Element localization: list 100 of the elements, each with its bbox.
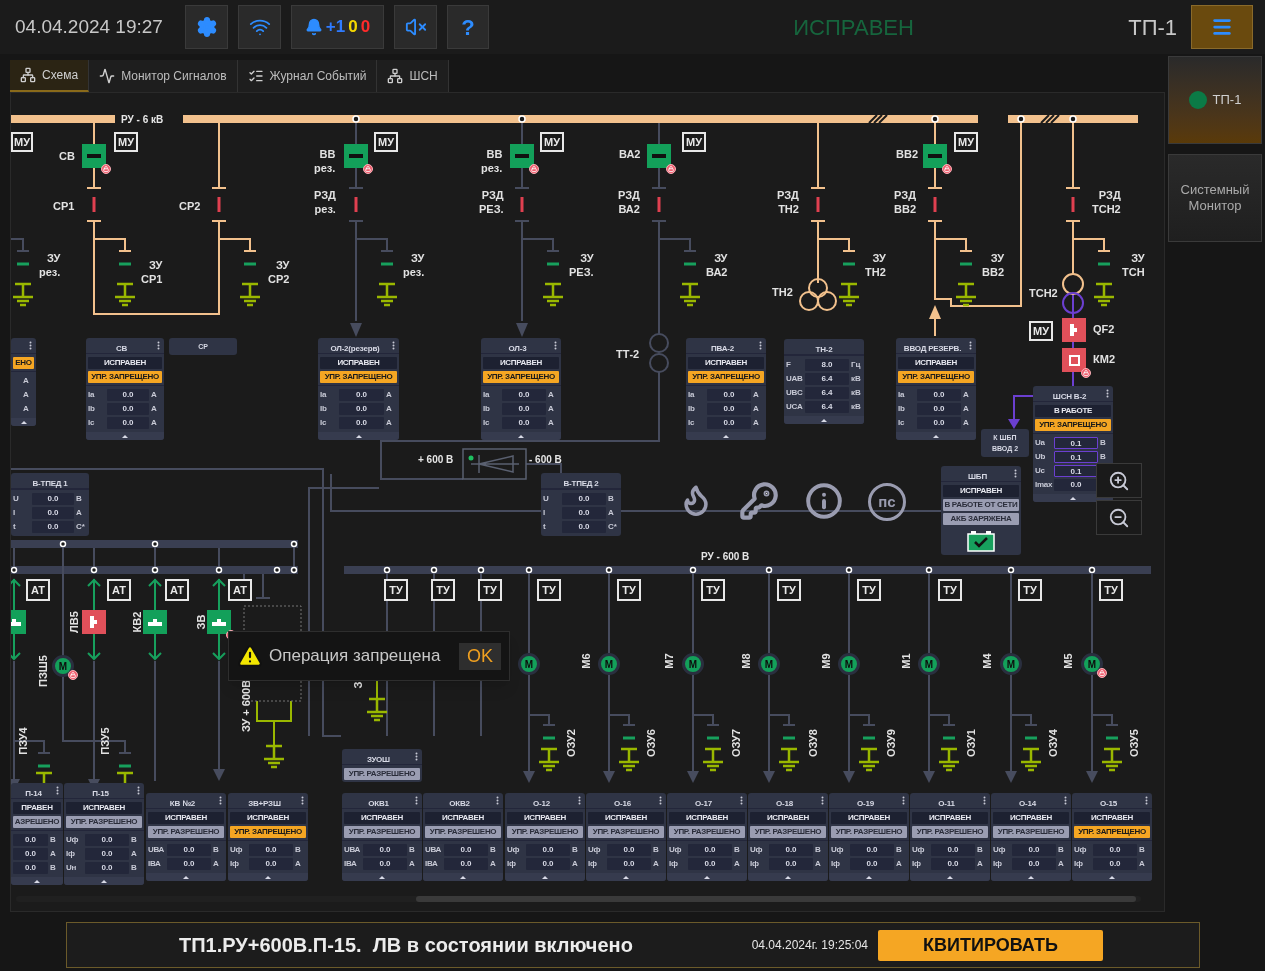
mute-button[interactable] (394, 5, 437, 49)
menu-dots-icon[interactable] (137, 786, 140, 795)
settings-button[interactable] (185, 5, 228, 49)
breaker-switch[interactable] (923, 144, 947, 168)
earthing-switch-icon[interactable] (243, 250, 257, 266)
remote-control-tag[interactable]: ТУ (938, 579, 962, 601)
remote-control-tag[interactable]: ТУ (617, 579, 641, 601)
menu-dots-icon[interactable] (969, 341, 972, 350)
motor-symbol[interactable]: М (598, 653, 620, 675)
breaker-switch[interactable] (647, 144, 671, 168)
earthing-switch-icon[interactable] (842, 250, 856, 266)
remote-control-tag[interactable]: ТУ (1099, 579, 1123, 601)
collapse-caret-icon[interactable] (933, 434, 939, 438)
breaker-switch[interactable] (82, 610, 106, 634)
breaker-switch[interactable] (207, 610, 231, 634)
earthing-switch-icon[interactable] (118, 752, 132, 768)
collapse-caret-icon[interactable] (785, 875, 791, 879)
earthing-switch-icon[interactable] (1105, 724, 1119, 740)
menu-dots-icon[interactable] (1145, 796, 1148, 805)
motor-symbol[interactable]: М (758, 653, 780, 675)
menu-dots-icon[interactable] (219, 796, 222, 805)
menu-dots-icon[interactable] (157, 341, 160, 350)
remote-control-tag[interactable]: ТУ (1018, 579, 1042, 601)
menu-dots-icon[interactable] (56, 786, 59, 795)
collapse-caret-icon[interactable] (34, 879, 40, 883)
motor-symbol[interactable]: М (918, 653, 940, 675)
menu-dots-icon[interactable] (301, 796, 304, 805)
station-button[interactable]: ТП-1 (1168, 56, 1262, 144)
auto-tag[interactable]: АТ (165, 579, 189, 601)
motor-symbol[interactable]: М (52, 655, 74, 677)
earthing-switch-icon[interactable] (622, 724, 636, 740)
breaker-switch[interactable] (344, 144, 368, 168)
key-icon[interactable] (739, 481, 779, 521)
local-control-tag[interactable]: МУ (540, 132, 564, 152)
breaker-switch[interactable] (82, 144, 106, 168)
auto-tag[interactable]: АТ (26, 579, 50, 601)
auto-tag[interactable]: АТ (107, 579, 131, 601)
zoom-out-button[interactable] (1096, 500, 1142, 535)
motor-symbol[interactable]: М (1081, 653, 1103, 675)
remote-control-tag[interactable]: ТУ (384, 579, 408, 601)
collapse-caret-icon[interactable] (379, 875, 385, 879)
earthing-switch-icon[interactable] (380, 250, 394, 266)
menu-dots-icon[interactable] (902, 796, 905, 805)
local-control-tag[interactable]: МУ (682, 132, 706, 152)
tab[interactable]: Монитор Сигналов (89, 60, 238, 92)
breaker-switch[interactable] (143, 610, 167, 634)
earthing-switch-icon[interactable] (542, 724, 556, 740)
menu-dots-icon[interactable] (659, 796, 662, 805)
breaker-switch[interactable] (1062, 348, 1086, 372)
menu-dots-icon[interactable] (1106, 389, 1109, 398)
collapse-caret-icon[interactable] (265, 875, 271, 879)
collapse-caret-icon[interactable] (101, 879, 107, 883)
remote-control-tag[interactable]: ТУ (431, 579, 455, 601)
menu-dots-icon[interactable] (415, 796, 418, 805)
remote-control-tag[interactable]: ТУ (701, 579, 725, 601)
local-control-tag[interactable]: МУ (374, 132, 398, 152)
info-icon[interactable] (805, 482, 843, 520)
menu-dots-icon[interactable] (578, 796, 581, 805)
collapse-caret-icon[interactable] (623, 875, 629, 879)
collapse-caret-icon[interactable] (1109, 875, 1115, 879)
tab[interactable]: ШСН (377, 60, 449, 92)
menu-dots-icon[interactable] (1064, 796, 1067, 805)
menu-dots-icon[interactable] (554, 341, 557, 350)
motor-symbol[interactable]: М (1000, 653, 1022, 675)
earthing-switch-icon[interactable] (862, 724, 876, 740)
menu-dots-icon[interactable] (29, 341, 32, 350)
breaker-switch[interactable] (1062, 318, 1086, 342)
collapse-caret-icon[interactable] (723, 434, 729, 438)
earthing-switch-icon[interactable] (118, 250, 132, 266)
collapse-caret-icon[interactable] (460, 875, 466, 879)
remote-control-tag[interactable]: ТУ (537, 579, 561, 601)
earthing-switch-icon[interactable] (546, 250, 560, 266)
local-control-tag[interactable]: МУ (11, 132, 33, 152)
earthing-switch-icon[interactable] (1024, 724, 1038, 740)
earthing-switch-icon[interactable] (706, 724, 720, 740)
collapse-caret-icon[interactable] (122, 434, 128, 438)
breaker-switch[interactable] (510, 144, 534, 168)
menu-dots-icon[interactable] (392, 341, 395, 350)
collapse-caret-icon[interactable] (355, 434, 362, 438)
earthing-switch-icon[interactable] (683, 250, 697, 266)
help-button[interactable]: ? (447, 5, 489, 49)
local-control-tag[interactable]: МУ (954, 132, 978, 152)
collapse-caret-icon[interactable] (947, 875, 953, 879)
collapse-caret-icon[interactable] (20, 420, 27, 424)
motor-symbol[interactable]: М (838, 653, 860, 675)
motor-symbol[interactable]: М (518, 653, 540, 675)
horizontal-scrollbar[interactable] (16, 896, 1141, 902)
menu-dots-icon[interactable] (759, 341, 762, 350)
acknowledge-button[interactable]: КВИТИРОВАТЬ (878, 929, 1103, 961)
remote-control-tag[interactable]: ТУ (777, 579, 801, 601)
earthing-switch-icon[interactable] (37, 752, 51, 768)
collapse-caret-icon[interactable] (821, 418, 827, 422)
earthing-switch-icon[interactable] (959, 250, 973, 266)
collapse-caret-icon[interactable] (1070, 496, 1076, 500)
collapse-caret-icon[interactable] (518, 434, 524, 438)
network-button[interactable] (238, 5, 281, 49)
earthing-switch-icon[interactable] (1097, 250, 1111, 266)
menu-dots-icon[interactable] (415, 752, 418, 761)
collapse-caret-icon[interactable] (542, 875, 548, 879)
ok-button[interactable]: OK (459, 642, 501, 670)
